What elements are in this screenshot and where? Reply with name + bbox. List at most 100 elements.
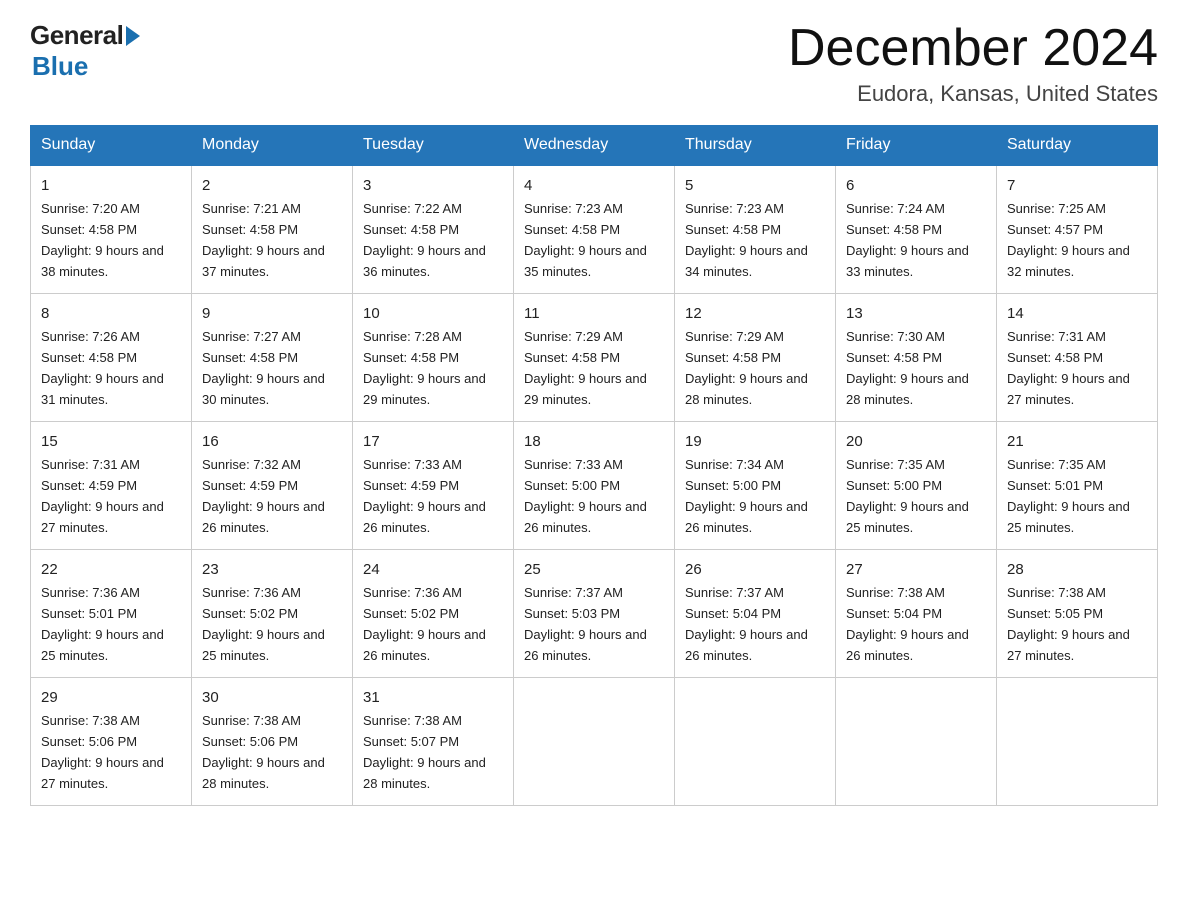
calendar-subtitle: Eudora, Kansas, United States <box>788 81 1158 107</box>
day-number: 28 <box>1007 558 1147 581</box>
calendar-cell: 21 Sunrise: 7:35 AMSunset: 5:01 PMDayligh… <box>997 422 1158 550</box>
page-header: General Blue December 2024 Eudora, Kansa… <box>30 20 1158 107</box>
logo-triangle-icon <box>126 26 140 46</box>
day-number: 15 <box>41 430 181 453</box>
header-day-thursday: Thursday <box>675 126 836 166</box>
day-info: Sunrise: 7:36 AMSunset: 5:01 PMDaylight:… <box>41 585 164 663</box>
calendar-table: SundayMondayTuesdayWednesdayThursdayFrid… <box>30 125 1158 806</box>
title-area: December 2024 Eudora, Kansas, United Sta… <box>788 20 1158 107</box>
header-day-sunday: Sunday <box>31 126 192 166</box>
header-row: SundayMondayTuesdayWednesdayThursdayFrid… <box>31 126 1158 166</box>
header-day-saturday: Saturday <box>997 126 1158 166</box>
day-info: Sunrise: 7:21 AMSunset: 4:58 PMDaylight:… <box>202 201 325 279</box>
calendar-cell <box>997 677 1158 805</box>
day-info: Sunrise: 7:22 AMSunset: 4:58 PMDaylight:… <box>363 201 486 279</box>
header-day-friday: Friday <box>836 126 997 166</box>
calendar-cell: 6 Sunrise: 7:24 AMSunset: 4:58 PMDaylight… <box>836 165 997 293</box>
day-info: Sunrise: 7:33 AMSunset: 5:00 PMDaylight:… <box>524 457 647 535</box>
day-info: Sunrise: 7:29 AMSunset: 4:58 PMDaylight:… <box>685 329 808 407</box>
day-number: 12 <box>685 302 825 325</box>
day-info: Sunrise: 7:35 AMSunset: 5:00 PMDaylight:… <box>846 457 969 535</box>
day-number: 3 <box>363 174 503 197</box>
calendar-cell: 14Sunrise: 7:31 AMSunset: 4:58 PMDayligh… <box>997 294 1158 422</box>
day-number: 24 <box>363 558 503 581</box>
day-number: 2 <box>202 174 342 197</box>
logo-general-text: General <box>30 20 123 51</box>
day-number: 26 <box>685 558 825 581</box>
day-number: 6 <box>846 174 986 197</box>
day-number: 5 <box>685 174 825 197</box>
logo: General Blue <box>30 20 140 82</box>
day-number: 30 <box>202 686 342 709</box>
day-number: 13 <box>846 302 986 325</box>
day-info: Sunrise: 7:36 AMSunset: 5:02 PMDaylight:… <box>363 585 486 663</box>
week-row-3: 15 Sunrise: 7:31 AMSunset: 4:59 PMDayligh… <box>31 422 1158 550</box>
logo-blue-text: Blue <box>32 51 88 82</box>
day-number: 9 <box>202 302 342 325</box>
day-number: 21 <box>1007 430 1147 453</box>
calendar-cell: 28 Sunrise: 7:38 AMSunset: 5:05 PMDayligh… <box>997 550 1158 678</box>
day-info: Sunrise: 7:32 AMSunset: 4:59 PMDaylight:… <box>202 457 325 535</box>
calendar-cell: 8 Sunrise: 7:26 AMSunset: 4:58 PMDaylight… <box>31 294 192 422</box>
day-info: Sunrise: 7:24 AMSunset: 4:58 PMDaylight:… <box>846 201 969 279</box>
day-info: Sunrise: 7:25 AMSunset: 4:57 PMDaylight:… <box>1007 201 1130 279</box>
calendar-cell: 13 Sunrise: 7:30 AMSunset: 4:58 PMDayligh… <box>836 294 997 422</box>
day-info: Sunrise: 7:20 AMSunset: 4:58 PMDaylight:… <box>41 201 164 279</box>
day-number: 16 <box>202 430 342 453</box>
calendar-cell <box>836 677 997 805</box>
day-number: 29 <box>41 686 181 709</box>
calendar-cell: 11Sunrise: 7:29 AMSunset: 4:58 PMDayligh… <box>514 294 675 422</box>
day-info: Sunrise: 7:36 AMSunset: 5:02 PMDaylight:… <box>202 585 325 663</box>
day-info: Sunrise: 7:37 AMSunset: 5:04 PMDaylight:… <box>685 585 808 663</box>
day-number: 17 <box>363 430 503 453</box>
calendar-body: 1 Sunrise: 7:20 AMSunset: 4:58 PMDaylight… <box>31 165 1158 805</box>
header-day-tuesday: Tuesday <box>353 126 514 166</box>
day-number: 8 <box>41 302 181 325</box>
day-number: 31 <box>363 686 503 709</box>
week-row-2: 8 Sunrise: 7:26 AMSunset: 4:58 PMDaylight… <box>31 294 1158 422</box>
calendar-cell: 27 Sunrise: 7:38 AMSunset: 5:04 PMDayligh… <box>836 550 997 678</box>
calendar-cell: 26 Sunrise: 7:37 AMSunset: 5:04 PMDayligh… <box>675 550 836 678</box>
calendar-cell: 4Sunrise: 7:23 AMSunset: 4:58 PMDaylight… <box>514 165 675 293</box>
day-number: 22 <box>41 558 181 581</box>
day-info: Sunrise: 7:23 AMSunset: 4:58 PMDaylight:… <box>685 201 808 279</box>
day-number: 20 <box>846 430 986 453</box>
week-row-5: 29 Sunrise: 7:38 AMSunset: 5:06 PMDayligh… <box>31 677 1158 805</box>
day-number: 1 <box>41 174 181 197</box>
day-info: Sunrise: 7:34 AMSunset: 5:00 PMDaylight:… <box>685 457 808 535</box>
calendar-cell <box>675 677 836 805</box>
calendar-cell: 7Sunrise: 7:25 AMSunset: 4:57 PMDaylight… <box>997 165 1158 293</box>
calendar-header: SundayMondayTuesdayWednesdayThursdayFrid… <box>31 126 1158 166</box>
calendar-title: December 2024 <box>788 20 1158 77</box>
calendar-cell: 31 Sunrise: 7:38 AMSunset: 5:07 PMDayligh… <box>353 677 514 805</box>
day-info: Sunrise: 7:27 AMSunset: 4:58 PMDaylight:… <box>202 329 325 407</box>
day-info: Sunrise: 7:29 AMSunset: 4:58 PMDaylight:… <box>524 329 647 407</box>
calendar-cell: 1 Sunrise: 7:20 AMSunset: 4:58 PMDaylight… <box>31 165 192 293</box>
day-info: Sunrise: 7:38 AMSunset: 5:06 PMDaylight:… <box>41 713 164 791</box>
calendar-cell: 20 Sunrise: 7:35 AMSunset: 5:00 PMDayligh… <box>836 422 997 550</box>
calendar-cell: 18 Sunrise: 7:33 AMSunset: 5:00 PMDayligh… <box>514 422 675 550</box>
day-info: Sunrise: 7:38 AMSunset: 5:07 PMDaylight:… <box>363 713 486 791</box>
calendar-cell: 24 Sunrise: 7:36 AMSunset: 5:02 PMDayligh… <box>353 550 514 678</box>
calendar-cell: 29 Sunrise: 7:38 AMSunset: 5:06 PMDayligh… <box>31 677 192 805</box>
day-info: Sunrise: 7:26 AMSunset: 4:58 PMDaylight:… <box>41 329 164 407</box>
day-info: Sunrise: 7:31 AMSunset: 4:58 PMDaylight:… <box>1007 329 1130 407</box>
day-info: Sunrise: 7:38 AMSunset: 5:05 PMDaylight:… <box>1007 585 1130 663</box>
calendar-cell: 22 Sunrise: 7:36 AMSunset: 5:01 PMDayligh… <box>31 550 192 678</box>
day-number: 10 <box>363 302 503 325</box>
day-number: 18 <box>524 430 664 453</box>
calendar-cell: 16 Sunrise: 7:32 AMSunset: 4:59 PMDayligh… <box>192 422 353 550</box>
day-number: 4 <box>524 174 664 197</box>
day-info: Sunrise: 7:35 AMSunset: 5:01 PMDaylight:… <box>1007 457 1130 535</box>
calendar-cell: 19Sunrise: 7:34 AMSunset: 5:00 PMDayligh… <box>675 422 836 550</box>
week-row-4: 22 Sunrise: 7:36 AMSunset: 5:01 PMDayligh… <box>31 550 1158 678</box>
day-info: Sunrise: 7:31 AMSunset: 4:59 PMDaylight:… <box>41 457 164 535</box>
day-info: Sunrise: 7:38 AMSunset: 5:04 PMDaylight:… <box>846 585 969 663</box>
calendar-cell: 5 Sunrise: 7:23 AMSunset: 4:58 PMDaylight… <box>675 165 836 293</box>
calendar-cell: 2 Sunrise: 7:21 AMSunset: 4:58 PMDaylight… <box>192 165 353 293</box>
calendar-cell: 23Sunrise: 7:36 AMSunset: 5:02 PMDayligh… <box>192 550 353 678</box>
day-info: Sunrise: 7:30 AMSunset: 4:58 PMDaylight:… <box>846 329 969 407</box>
calendar-cell: 3 Sunrise: 7:22 AMSunset: 4:58 PMDaylight… <box>353 165 514 293</box>
calendar-cell: 10Sunrise: 7:28 AMSunset: 4:58 PMDayligh… <box>353 294 514 422</box>
day-number: 27 <box>846 558 986 581</box>
